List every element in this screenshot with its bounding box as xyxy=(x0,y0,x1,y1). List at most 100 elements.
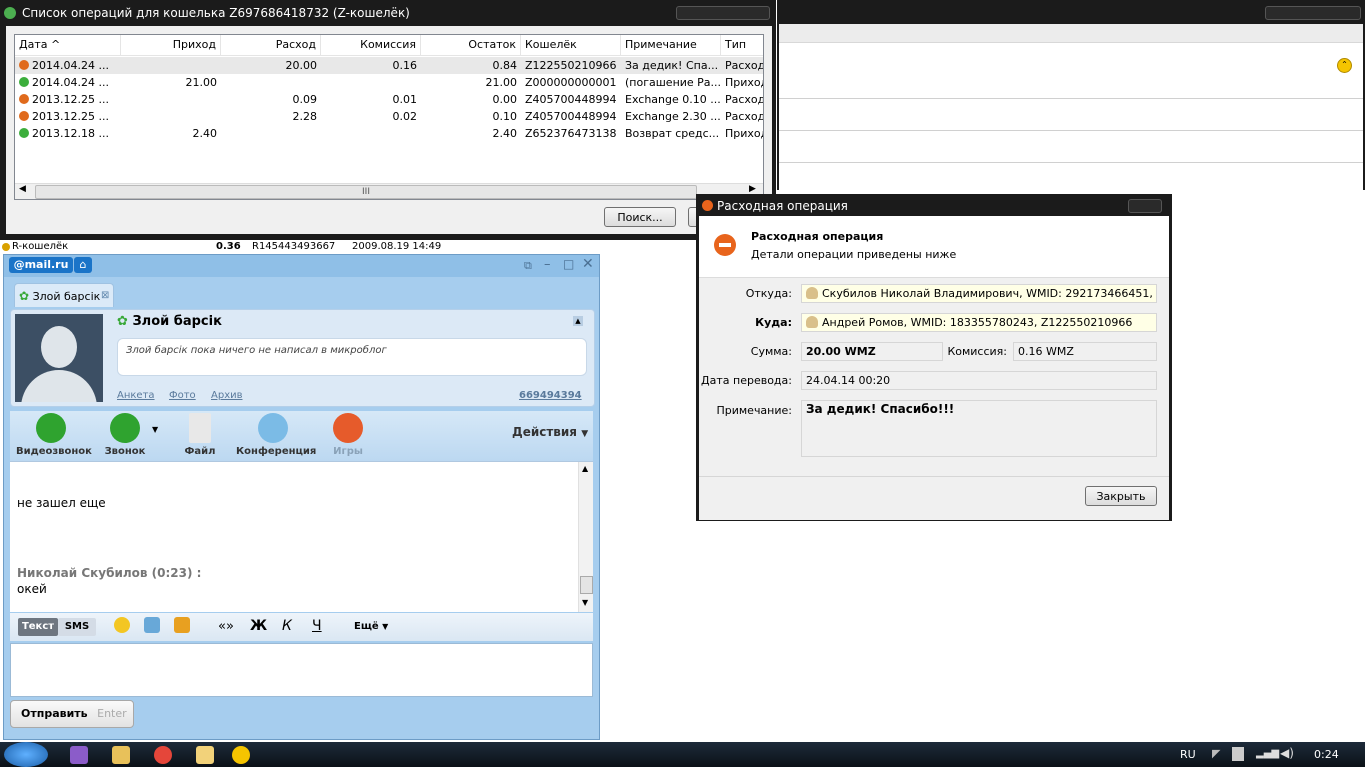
col-op-type[interactable]: Тип опер xyxy=(721,35,763,71)
tray-expand-icon[interactable]: ◤ xyxy=(1212,747,1220,760)
call-toolbar: Видеозвонок Звонок ▼ Файл Конференция Иг… xyxy=(10,411,593,461)
chevron-down-icon: ▼ xyxy=(581,429,589,439)
cell-wallet: Z000000000001 xyxy=(525,76,617,89)
table-row[interactable]: 2013.12.25 ... 0.09 0.01 0.00 Z405700448994 E… xyxy=(15,91,763,108)
volume-icon[interactable]: ◀) xyxy=(1280,746,1294,760)
minimize-icon[interactable]: – xyxy=(544,257,551,272)
visual-studio-icon[interactable] xyxy=(70,746,88,764)
clock[interactable]: 0:24 xyxy=(1314,748,1339,761)
scroll-up-icon[interactable]: ▲ xyxy=(582,464,588,473)
start-button[interactable] xyxy=(4,742,48,767)
table-row[interactable]: 2013.12.25 ... 2.28 0.02 0.10 Z405700448994 E… xyxy=(15,108,763,125)
file-button[interactable]: Файл xyxy=(180,413,220,457)
sum-field[interactable]: 20.00 WMZ xyxy=(801,342,943,361)
col-wallet[interactable]: Кошелёк корр... xyxy=(521,35,621,71)
divider xyxy=(779,130,1363,131)
close-button[interactable]: Закрыть xyxy=(1085,486,1157,506)
smiley-icon[interactable] xyxy=(114,617,130,633)
scroll-thumb[interactable]: III xyxy=(35,185,697,199)
r-wallet-row[interactable]: R-кошелёк 0.36 R145443493667 2009.08.19 … xyxy=(0,240,600,254)
folder-icon[interactable] xyxy=(112,746,130,764)
scroll-thumb[interactable] xyxy=(580,576,593,594)
send-hint: Enter xyxy=(97,707,127,720)
link-archive[interactable]: Архив xyxy=(211,390,243,401)
language-indicator[interactable]: RU xyxy=(1180,748,1196,761)
col-expense[interactable]: Расход xyxy=(221,35,321,55)
chat-scrollbar[interactable]: ▲ ▼ xyxy=(578,462,593,612)
contact-profile: ✿ Злой барсiк ▲ Злой барсiк пока ничего … xyxy=(10,309,595,407)
chrome-icon[interactable] xyxy=(154,746,172,764)
operations-panel: Дата ^ Приход Расход Комиссия Остаток Ко… xyxy=(6,26,772,234)
scroll-left-icon[interactable]: ◀ xyxy=(19,184,26,194)
cell-fee: 0.01 xyxy=(392,93,418,106)
more-menu[interactable]: Ещё ▼ xyxy=(354,621,388,632)
table-row[interactable]: 2014.04.24 ... 20.00 0.16 0.84 Z122550210966… xyxy=(15,57,763,74)
cell-fee: 0.02 xyxy=(392,110,418,123)
tab-contact[interactable]: ✿ Злой барсiк ⊠ xyxy=(14,283,114,307)
chat-history[interactable]: не зашел еще Николай Скубилов (0:23) : о… xyxy=(10,461,593,612)
conference-button[interactable]: Конференция xyxy=(236,413,316,457)
cell-income xyxy=(121,108,221,125)
scroll-right-icon[interactable]: ▶ xyxy=(749,184,756,194)
income-icon xyxy=(19,128,29,138)
link-photo[interactable]: Фото xyxy=(169,390,196,401)
chevron-down-icon[interactable]: ▼ xyxy=(152,425,158,434)
link-profile[interactable]: Анкета xyxy=(117,390,155,401)
col-fee[interactable]: Комиссия xyxy=(321,35,421,55)
signal-icon[interactable]: ▂▄▆ xyxy=(1256,748,1279,759)
underline-button[interactable]: Ч xyxy=(312,618,322,634)
window-controls[interactable] xyxy=(1128,199,1162,213)
collapse-icon[interactable]: ▲ xyxy=(573,316,583,326)
call-button[interactable]: Звонок xyxy=(100,413,150,457)
quote-button[interactable]: «» xyxy=(218,619,234,634)
file-icon xyxy=(189,413,211,443)
table-row[interactable]: 2014.04.24 ... 21.00 21.00 Z000000000001 (по… xyxy=(15,74,763,91)
close-icon[interactable]: ✕ xyxy=(582,256,594,272)
col-date[interactable]: Дата ^ xyxy=(15,35,121,55)
tv-icon[interactable] xyxy=(144,617,160,633)
tab-sms[interactable]: SMS xyxy=(58,618,96,636)
games-button[interactable]: Игры xyxy=(328,413,368,457)
to-field[interactable]: Андрей Ромов, WMID: 183355780243, Z12255… xyxy=(801,313,1157,332)
table-row[interactable]: 2013.12.18 ... 2.40 2.40 Z652376473138 Возвр… xyxy=(15,125,763,142)
cell-op: Приходн xyxy=(725,76,763,89)
horizontal-scrollbar[interactable]: ◀ III ▶ xyxy=(15,183,763,199)
mail-agent-icon[interactable] xyxy=(196,746,214,764)
from-field[interactable]: Скубилов Николай Владимирович, WMID: 292… xyxy=(801,284,1157,303)
bold-button[interactable]: Ж xyxy=(250,618,267,634)
fee-field[interactable]: 0.16 WMZ xyxy=(1013,342,1157,361)
window-controls[interactable] xyxy=(676,6,770,20)
col-income[interactable]: Приход xyxy=(121,35,221,55)
webmoney-taskbar-icon[interactable] xyxy=(232,746,250,764)
note-field[interactable]: За дедик! Спасибо!!! xyxy=(801,400,1157,457)
italic-button[interactable]: К xyxy=(282,618,292,634)
maximize-icon[interactable]: □ xyxy=(563,257,574,271)
income-icon xyxy=(19,77,29,87)
date-field[interactable]: 24.04.14 00:20 xyxy=(801,371,1157,390)
tab-text[interactable]: Текст xyxy=(18,618,58,636)
home-icon[interactable]: ⌂ xyxy=(74,257,92,273)
wallet-amount: 0.36 xyxy=(216,241,241,252)
scroll-down-icon[interactable]: ▼ xyxy=(582,598,588,607)
actions-menu[interactable]: Действия ▼ xyxy=(512,425,588,439)
contact-uin[interactable]: 669494394 xyxy=(519,390,582,401)
tab-close-icon[interactable]: ⊠ xyxy=(101,284,109,308)
send-button[interactable]: Отправить Enter xyxy=(10,700,134,728)
message-input[interactable] xyxy=(10,643,593,697)
wallet-name: R-кошелёк xyxy=(12,241,69,252)
alarm-clock-icon[interactable] xyxy=(174,617,190,633)
message-author: Николай Скубилов (0:23) : xyxy=(17,566,202,580)
window-controls[interactable] xyxy=(1265,6,1361,20)
col-note[interactable]: Примечание xyxy=(621,35,721,55)
col-balance[interactable]: Остаток xyxy=(421,35,521,55)
restore-icon[interactable]: ⧉ xyxy=(524,259,532,273)
search-button[interactable]: Поиск... xyxy=(604,207,676,227)
cell-op: Расходн xyxy=(725,59,763,72)
games-globe-icon xyxy=(333,413,363,443)
video-call-button[interactable]: Видеозвонок xyxy=(16,413,92,457)
collapse-up-icon[interactable]: ⌃ xyxy=(1337,58,1352,73)
cell-balance: 2.40 xyxy=(492,127,518,140)
avatar[interactable] xyxy=(15,314,103,402)
power-icon[interactable] xyxy=(1232,747,1244,761)
mailru-logo[interactable]: @mail.ru xyxy=(9,257,73,273)
